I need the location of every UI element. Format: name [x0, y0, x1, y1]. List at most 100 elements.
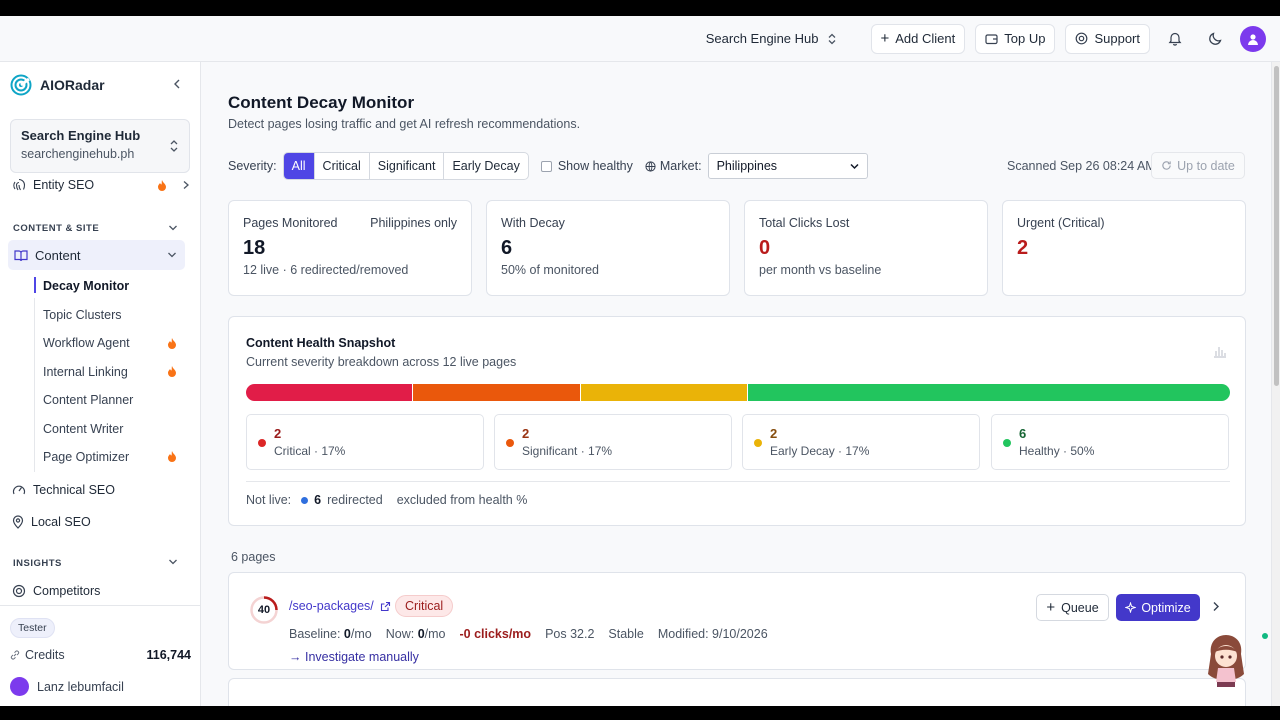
severity-card-significant[interactable]: 2 Significant · 17%	[494, 414, 732, 470]
optimize-button[interactable]: Optimize	[1116, 594, 1200, 621]
collapse-sidebar-icon[interactable]	[172, 78, 182, 90]
severity-progress-bar	[246, 384, 1230, 401]
plus-icon: +	[880, 30, 890, 47]
sidebar-item-page-optimizer[interactable]: Page Optimizer	[43, 450, 129, 464]
severity-count: 2	[274, 426, 282, 441]
lifebuoy-icon	[1076, 32, 1088, 45]
not-live-summary: Not live: 6 redirected excluded from hea…	[246, 493, 527, 507]
page-row[interactable]: 40 /seo-packages/ Critical Baseline: 0/m…	[228, 572, 1246, 670]
stat-label: With Decay	[501, 216, 565, 230]
chevron-right-icon[interactable]	[1212, 601, 1220, 612]
credits-label: Credits	[25, 648, 65, 662]
queue-button[interactable]: + Queue	[1036, 594, 1109, 621]
trend-metric: Stable	[608, 627, 644, 641]
notifications-button[interactable]	[1160, 24, 1190, 54]
assistant-mascot-icon[interactable]	[1203, 632, 1249, 690]
stat-value: 0	[759, 237, 771, 259]
not-live-label: Not live:	[246, 493, 292, 507]
updown-chevron-icon	[170, 140, 178, 152]
workspace-switcher-label: Search Engine Hub	[705, 31, 819, 46]
chevron-down-icon[interactable]	[168, 558, 178, 566]
flame-icon	[168, 366, 176, 377]
chevron-right-icon	[183, 181, 189, 189]
market-select[interactable]: Philippines	[707, 153, 868, 179]
up-to-date-button[interactable]: Up to date	[1151, 152, 1245, 179]
page-scrollbar[interactable]	[1271, 62, 1280, 706]
page-subtitle: Detect pages losing traffic and get AI r…	[228, 117, 581, 131]
stat-label: Urgent (Critical)	[1017, 216, 1105, 230]
stat-card-total-clicks-lost: Total Clicks Lost 0 per month vs baselin…	[744, 200, 988, 296]
severity-label: Significant · 17%	[522, 444, 613, 458]
sidebar-item-label: Local SEO	[31, 515, 91, 529]
sidebar-item-technical-seo[interactable]: Technical SEO	[12, 483, 115, 497]
show-healthy-label[interactable]: Show healthy	[558, 159, 633, 173]
moon-icon	[1208, 32, 1222, 45]
flame-icon	[168, 338, 176, 349]
brand[interactable]: AIORadar	[10, 74, 105, 96]
sidebar-item-internal-linking[interactable]: Internal Linking	[43, 365, 128, 379]
sidebar-item-entity-seo[interactable]: Entity SEO	[12, 178, 190, 192]
scrollbar-thumb[interactable]	[1274, 66, 1279, 386]
stat-card-with-decay: With Decay 6 50% of monitored	[486, 200, 730, 296]
external-link-icon	[380, 601, 390, 611]
refresh-icon	[1162, 161, 1171, 170]
severity-option-all[interactable]: All	[283, 153, 315, 179]
severity-card-healthy[interactable]: 6 Healthy · 50%	[991, 414, 1229, 470]
top-up-button[interactable]: Top Up	[975, 23, 1056, 54]
user-name: Lanz lebumfacil	[37, 679, 124, 694]
user-icon	[1248, 33, 1258, 45]
health-title: Content Health Snapshot	[246, 336, 396, 350]
theme-toggle[interactable]	[1200, 24, 1230, 54]
sidebar-item-decay-monitor[interactable]: Decay Monitor	[43, 279, 129, 293]
market-select-value: Philippines	[716, 159, 778, 173]
severity-card-early-decay[interactable]: 2 Early Decay · 17%	[742, 414, 980, 470]
stat-hint: 12 live · 6 redirected/removed	[243, 263, 409, 277]
credits-row[interactable]: Credits 116,744	[10, 648, 191, 662]
show-healthy-checkbox[interactable]	[540, 160, 552, 172]
investigate-link[interactable]: → Investigate manually	[289, 650, 419, 664]
severity-option-critical[interactable]: Critical	[315, 153, 370, 179]
severity-count: 6	[1019, 426, 1027, 441]
severity-segment-early-decay	[580, 384, 748, 401]
page-title: Content Decay Monitor	[228, 93, 415, 112]
redirected-dot	[301, 496, 309, 504]
stat-value: 6	[501, 237, 513, 259]
page-metrics: Baseline: 0/mo Now: 0/mo -0 clicks/mo Po…	[289, 627, 768, 641]
chevron-down-icon[interactable]	[168, 224, 178, 232]
updown-chevron-icon	[828, 33, 835, 44]
severity-card-critical[interactable]: 2 Critical · 17%	[246, 414, 484, 470]
stat-label: Total Clicks Lost	[759, 216, 850, 230]
severity-option-significant[interactable]: Significant	[370, 153, 445, 179]
sidebar-item-content-planner[interactable]: Content Planner	[43, 393, 133, 407]
severity-badge: Critical	[395, 595, 454, 617]
sidebar-item-competitors[interactable]: Competitors	[12, 584, 100, 598]
sidebar-item-topic-clusters[interactable]: Topic Clusters	[43, 308, 122, 322]
severity-label: Healthy · 50%	[1019, 444, 1095, 458]
chevron-down-icon	[168, 252, 176, 258]
tester-badge: Tester	[10, 618, 55, 638]
sidebar-item-workflow-agent[interactable]: Workflow Agent	[43, 336, 130, 350]
critical-dot	[258, 439, 266, 447]
section-header-insights: INSIGHTS	[13, 558, 62, 569]
page-url-link[interactable]: /seo-packages/	[289, 599, 391, 613]
health-divider	[246, 481, 1230, 482]
sidebar-item-content-writer[interactable]: Content Writer	[43, 422, 123, 436]
add-client-label: Add Client	[895, 31, 956, 46]
user-menu[interactable]: Lanz lebumfacil	[10, 677, 124, 696]
workspace-switcher[interactable]: Search Engine Hub	[692, 31, 851, 46]
severity-option-early-decay[interactable]: Early Decay	[444, 153, 527, 179]
stat-card-urgent-critical: Urgent (Critical) 2	[1002, 200, 1246, 296]
sidebar-item-content[interactable]: Content	[8, 240, 185, 270]
support-button[interactable]: Support	[1065, 23, 1150, 54]
severity-count: 2	[522, 426, 530, 441]
pages-count: 6 pages	[231, 550, 276, 564]
sidebar-item-local-seo[interactable]: Local SEO	[12, 515, 91, 529]
bar-chart-icon[interactable]	[1213, 345, 1227, 358]
add-client-button[interactable]: + Add Client	[870, 23, 966, 54]
user-avatar[interactable]	[1240, 25, 1266, 52]
significant-dot	[506, 439, 514, 447]
workspace-card[interactable]: Search Engine Hub searchenginehub.ph	[10, 119, 190, 173]
now-metric: Now: 0/mo	[386, 627, 446, 641]
submenu-guide-line	[34, 298, 35, 472]
severity-segment-healthy	[747, 384, 1230, 401]
